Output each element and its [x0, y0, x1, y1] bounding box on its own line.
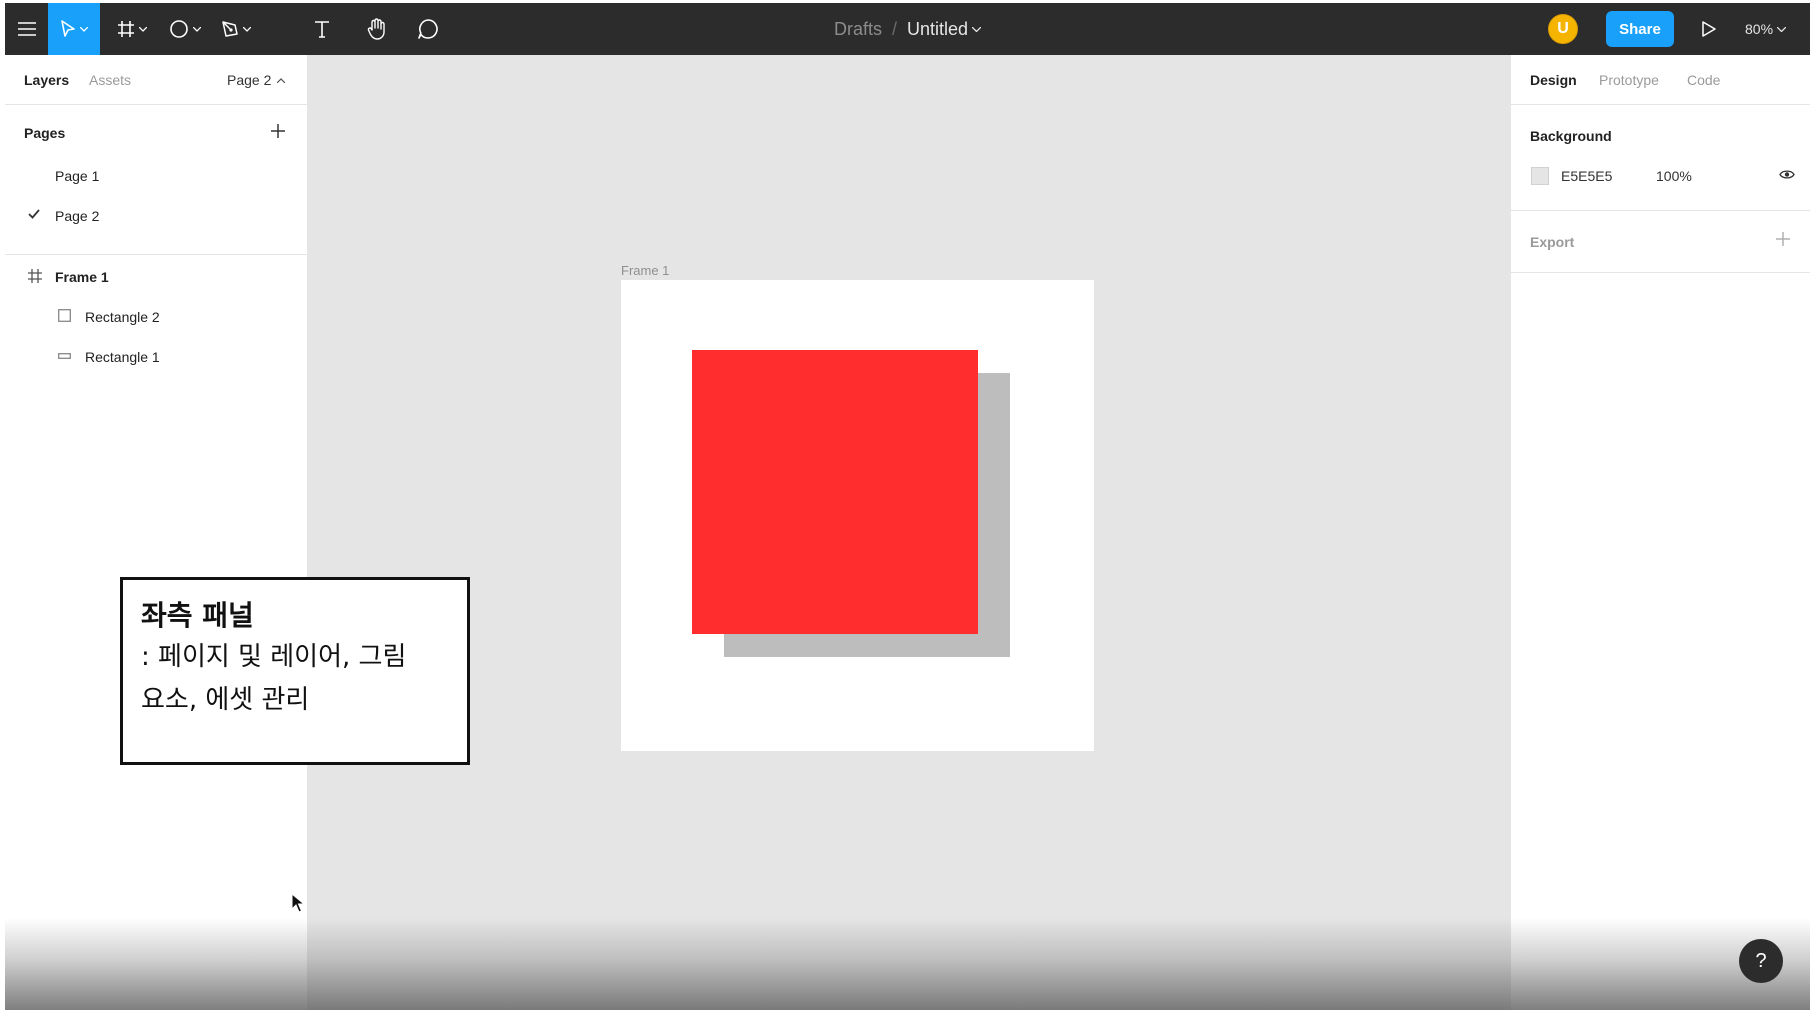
frame-hash-icon — [118, 21, 134, 37]
share-button[interactable]: Share — [1606, 11, 1674, 47]
hand-tool-button[interactable] — [359, 3, 395, 55]
layer-frame-1[interactable]: Frame 1 — [5, 259, 308, 293]
zoom-level: 80% — [1745, 21, 1774, 37]
caption-title: 좌측 패널 — [141, 599, 254, 632]
pages-heading: Pages — [24, 125, 66, 141]
background-opacity-value[interactable]: 100% — [1656, 168, 1692, 184]
frame-hash-icon — [28, 269, 42, 283]
chevron-up-icon — [277, 77, 286, 83]
chevron-down-icon — [139, 26, 147, 32]
cursor-arrow-icon — [61, 20, 75, 37]
page-item-label: Page 1 — [55, 168, 100, 184]
plus-icon — [271, 124, 285, 138]
rectangle-layer-icon — [58, 353, 71, 359]
panel-divider — [5, 254, 308, 255]
export-heading: Export — [1530, 234, 1575, 250]
tab-layers[interactable]: Layers — [24, 72, 69, 88]
chevron-down-icon — [243, 26, 251, 32]
file-title: Untitled — [907, 18, 969, 39]
right-panel-tabs: Design Prototype Code — [1511, 55, 1810, 105]
comment-bubble-icon — [418, 19, 438, 39]
current-page-label: Page 2 — [227, 72, 272, 88]
background-heading: Background — [1530, 128, 1612, 144]
page-item-2[interactable]: Page 2 — [5, 198, 308, 232]
page-selector[interactable]: Page 2 — [227, 72, 286, 88]
shape-tool-button[interactable] — [164, 3, 206, 55]
breadcrumb-separator: / — [891, 18, 897, 39]
user-avatar[interactable]: U — [1548, 14, 1578, 44]
layer-label: Rectangle 2 — [85, 309, 160, 325]
hamburger-icon — [17, 22, 36, 36]
add-page-button[interactable] — [268, 121, 288, 141]
frame-1[interactable] — [621, 280, 1094, 751]
layer-label: Frame 1 — [55, 269, 109, 285]
caption-line-1: : 페이지 및 레이어, 그림 — [141, 642, 407, 672]
left-panel: Layers Assets Page 2 Pages Page 1 Page 2… — [5, 55, 308, 1010]
zoom-menu[interactable]: 80% — [1745, 3, 1787, 55]
figma-app: Drafts / Untitled U Share 80% Layers Ass… — [5, 3, 1810, 1010]
tab-assets[interactable]: Assets — [89, 72, 131, 88]
annotation-caption: 좌측 패널 : 페이지 및 레이어, 그림 요소, 에셋 관리 — [120, 577, 470, 765]
breadcrumb-drafts-link[interactable]: Drafts — [834, 19, 882, 40]
layer-rectangle-1[interactable]: Rectangle 1 — [5, 339, 308, 373]
top-toolbar: Drafts / Untitled U Share 80% — [5, 3, 1810, 55]
chevron-down-icon — [972, 26, 982, 32]
pen-icon — [222, 21, 238, 37]
page-item-1[interactable]: Page 1 — [5, 158, 308, 192]
left-panel-tabs: Layers Assets Page 2 — [5, 55, 308, 105]
frame-label[interactable]: Frame 1 — [621, 263, 669, 278]
chevron-down-icon — [193, 26, 201, 32]
layer-label: Rectangle 1 — [85, 349, 160, 365]
tab-code[interactable]: Code — [1687, 72, 1720, 88]
hand-icon — [367, 18, 385, 40]
tab-prototype[interactable]: Prototype — [1599, 72, 1659, 88]
file-title-menu[interactable]: Untitled — [907, 18, 982, 40]
move-tool-button[interactable] — [48, 3, 100, 55]
caption-line-2: 요소, 에셋 관리 — [141, 685, 310, 715]
panel-divider — [1511, 272, 1810, 273]
tab-design[interactable]: Design — [1530, 72, 1577, 88]
right-panel: Design Prototype Code Background E5E5E5 … — [1510, 55, 1810, 1010]
frame-tool-button[interactable] — [111, 3, 153, 55]
eye-visibility-icon[interactable] — [1779, 169, 1795, 180]
text-t-icon — [315, 21, 329, 38]
checkmark-icon — [28, 209, 40, 219]
pen-tool-button[interactable] — [215, 3, 257, 55]
rectangle-layer-icon — [58, 309, 71, 322]
main-menu-button[interactable] — [5, 3, 48, 55]
background-hex-value[interactable]: E5E5E5 — [1561, 168, 1612, 184]
text-tool-button[interactable] — [304, 3, 340, 55]
comment-tool-button[interactable] — [410, 3, 446, 55]
rectangle-2[interactable] — [692, 350, 978, 634]
chevron-down-icon — [80, 26, 88, 32]
ellipse-icon — [170, 20, 188, 38]
play-icon — [1702, 21, 1716, 37]
help-button[interactable]: ? — [1739, 939, 1783, 983]
design-canvas[interactable]: Frame 1 — [308, 55, 1510, 1010]
panel-divider — [1511, 210, 1810, 211]
mouse-pointer-icon — [291, 893, 305, 913]
layer-rectangle-2[interactable]: Rectangle 2 — [5, 299, 308, 333]
background-color-swatch[interactable] — [1531, 167, 1549, 185]
page-item-label: Page 2 — [55, 208, 100, 224]
chevron-down-icon — [1777, 26, 1787, 32]
plus-icon[interactable] — [1776, 232, 1790, 246]
present-button[interactable] — [1697, 17, 1721, 41]
breadcrumb: Drafts / Untitled — [5, 3, 1810, 55]
